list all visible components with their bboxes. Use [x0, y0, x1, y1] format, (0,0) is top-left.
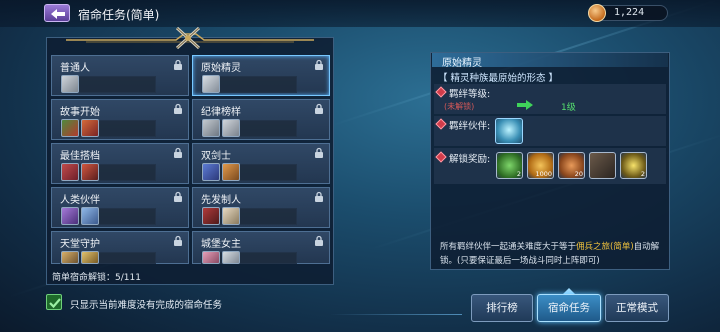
quest-cell-name: 人类伙伴 [60, 195, 100, 206]
character-portrait[interactable] [81, 251, 99, 264]
quest-cell[interactable]: 最佳搭档 [51, 143, 189, 184]
partner-creature-icon[interactable] [495, 118, 523, 144]
character-portrait[interactable] [202, 119, 220, 137]
normal-mode-button[interactable]: 正常模式 [605, 294, 669, 322]
quest-cell-name: 先发制人 [201, 195, 241, 206]
quest-cell-name: 天堂守护 [60, 239, 100, 250]
lock-icon [315, 235, 323, 246]
lock-icon [315, 147, 323, 158]
character-portrait[interactable] [222, 207, 240, 225]
detail-title: 原始精灵 [442, 58, 482, 69]
lock-icon [315, 103, 323, 114]
character-portrait[interactable] [202, 207, 220, 225]
quest-cell[interactable]: 城堡女主 [192, 231, 330, 264]
character-portrait[interactable] [222, 119, 240, 137]
crossed-swords-emblem-icon [175, 26, 201, 50]
quest-cell[interactable]: 双剑士 [192, 143, 330, 184]
reward-count: 20 [574, 170, 583, 178]
lock-icon [174, 103, 182, 114]
character-portrait[interactable] [202, 163, 220, 181]
note-highlight: 佣兵之旅(简单) [576, 242, 634, 252]
divider [330, 314, 462, 315]
reward-item[interactable] [589, 152, 616, 179]
quest-cell-name: 纪律榜样 [201, 107, 241, 118]
quest-cell-selected[interactable]: 原始精灵 [192, 55, 330, 96]
quest-cell[interactable]: 故事开始 [51, 99, 189, 140]
lock-icon [174, 147, 182, 158]
checkmark-icon [49, 298, 61, 309]
note-text-1: 所有羁绊伙伴一起通关难度大于等于 [440, 242, 577, 252]
character-portrait[interactable] [61, 207, 79, 225]
unlock-reward-label: 解锁奖励: [449, 154, 491, 165]
quest-cell[interactable]: 纪律榜样 [192, 99, 330, 140]
character-portrait[interactable] [61, 163, 79, 181]
quest-cell-name: 双剑士 [201, 151, 231, 162]
reward-count: 1000 [535, 170, 552, 178]
character-portrait[interactable] [202, 251, 220, 264]
coin-icon [588, 4, 606, 22]
reward-item[interactable]: 2 [496, 152, 523, 179]
quest-cell-name: 原始精灵 [201, 63, 241, 74]
bond-partner-label: 羁绊伙伴: [449, 121, 491, 132]
destiny-quest-button[interactable]: 宿命任务 [537, 294, 601, 322]
quest-cell[interactable]: 普通人 [51, 55, 189, 96]
bond-level-from: (未解锁) [444, 102, 475, 111]
currency-value: 1,224 [614, 7, 645, 18]
detail-header: 原始精灵 [432, 53, 668, 69]
character-portrait[interactable] [222, 163, 240, 181]
character-portrait[interactable] [222, 251, 240, 264]
quest-cell[interactable]: 人类伙伴 [51, 187, 189, 228]
quest-cell-name: 城堡女主 [201, 239, 241, 250]
bond-level-to: 1级 [561, 103, 576, 113]
character-portrait[interactable] [61, 251, 79, 264]
character-portrait[interactable] [81, 163, 99, 181]
quest-cell-name: 最佳搭档 [60, 151, 100, 162]
back-button[interactable] [44, 4, 70, 22]
character-portrait[interactable] [81, 207, 99, 225]
detail-subtitle: 【 精灵种族最原始的形态 】 [438, 73, 559, 84]
character-portrait[interactable] [61, 75, 79, 93]
lock-icon [174, 235, 182, 246]
lock-icon [174, 59, 182, 70]
filter-checkbox-label[interactable]: 只显示当前难度没有完成的宿命任务 [70, 297, 222, 311]
page-title: 宿命任务(简单) [78, 8, 160, 22]
filter-checkbox[interactable] [46, 294, 62, 310]
quest-cell[interactable]: 先发制人 [192, 187, 330, 228]
reward-item[interactable]: 2 [620, 152, 647, 179]
leaderboard-button[interactable]: 排行榜 [471, 294, 533, 322]
quest-cell-name: 故事开始 [60, 107, 100, 118]
character-portrait[interactable] [81, 119, 99, 137]
character-portrait[interactable] [202, 75, 220, 93]
reward-item[interactable]: 20 [558, 152, 585, 179]
bond-level-label: 羁绊等级: [449, 89, 491, 100]
quest-cell-name: 普通人 [60, 63, 90, 74]
lock-icon [174, 191, 182, 202]
reward-count: 2 [640, 170, 645, 178]
unlock-condition-note: 所有羁绊伙伴一起通关难度大于等于佣兵之旅(简单)自动解锁。(只要保证最后一场战斗… [440, 240, 666, 268]
quest-cell[interactable]: 天堂守护 [51, 231, 189, 264]
lock-icon [315, 191, 323, 202]
reward-count: 2 [516, 170, 521, 178]
right-arrow-icon [517, 100, 533, 110]
unlock-count-text: 简单宿命解锁：5/111 [52, 273, 141, 283]
lock-icon [315, 59, 323, 70]
character-portrait[interactable] [61, 119, 79, 137]
reward-item[interactable]: 1000 [527, 152, 554, 179]
